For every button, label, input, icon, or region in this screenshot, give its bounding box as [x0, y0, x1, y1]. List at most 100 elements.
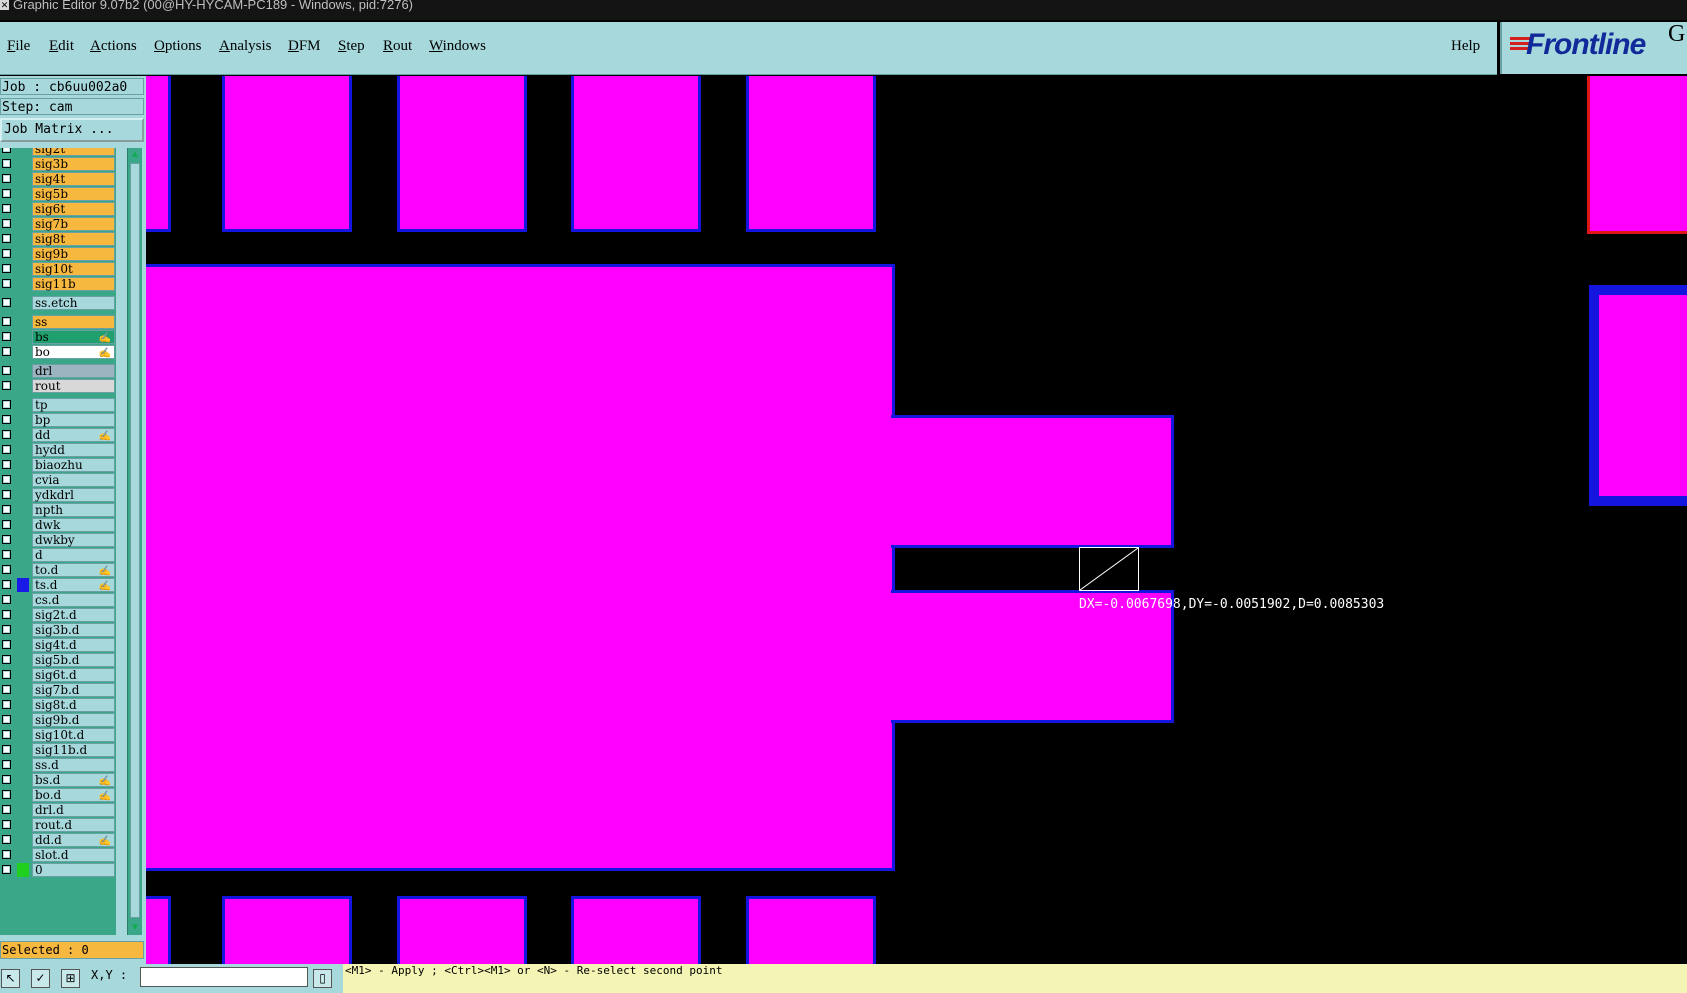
layer-row[interactable]: npth — [0, 503, 116, 518]
layer-checkbox[interactable] — [2, 204, 11, 213]
layer-checkbox[interactable] — [2, 595, 11, 604]
layer-checkbox[interactable] — [2, 745, 11, 754]
layer-checkbox[interactable] — [2, 610, 11, 619]
layer-name[interactable]: sig6t — [32, 202, 115, 216]
graphic-canvas[interactable] — [146, 76, 1687, 975]
layer-checkbox[interactable] — [2, 445, 11, 454]
layer-row[interactable]: sig3b — [0, 157, 116, 172]
layer-checkbox[interactable] — [2, 366, 11, 375]
layer-name[interactable]: dwkby — [32, 533, 115, 547]
layer-name[interactable]: dd ✍ — [32, 428, 115, 442]
menu-actions[interactable]: Actions — [90, 38, 137, 55]
layer-checkbox[interactable] — [2, 685, 11, 694]
layer-name[interactable]: ts.d ✍ — [32, 578, 115, 592]
layer-row[interactable]: 0 — [0, 863, 116, 878]
layer-row[interactable]: sig2t.d — [0, 608, 116, 623]
layer-name[interactable]: ss.etch — [32, 296, 115, 310]
layer-row[interactable]: bp — [0, 413, 116, 428]
layer-row[interactable]: sig2t — [0, 148, 116, 157]
layer-name[interactable]: npth — [32, 503, 115, 517]
scroll-up-icon[interactable]: ▲ — [129, 148, 141, 162]
layer-row[interactable]: bo ✍ — [0, 345, 116, 360]
layer-checkbox[interactable] — [2, 159, 11, 168]
layer-row[interactable]: ss — [0, 315, 116, 330]
layer-name[interactable]: sig9b — [32, 247, 115, 261]
layer-name[interactable]: sig5b — [32, 187, 115, 201]
layer-name[interactable]: dd.d ✍ — [32, 833, 115, 847]
layer-name[interactable]: sig7b.d — [32, 683, 115, 697]
layer-row[interactable]: sig6t — [0, 202, 116, 217]
layer-name[interactable]: bs.d ✍ — [32, 773, 115, 787]
menu-windows[interactable]: Windows — [429, 38, 486, 55]
layer-row[interactable]: sig6t.d — [0, 668, 116, 683]
layer-name[interactable]: sig7b — [32, 217, 115, 231]
layer-row[interactable]: sig8t.d — [0, 698, 116, 713]
layer-checkbox[interactable] — [2, 317, 11, 326]
layer-row[interactable]: sig9b.d — [0, 713, 116, 728]
layer-checkbox[interactable] — [2, 700, 11, 709]
layer-checkbox[interactable] — [2, 805, 11, 814]
layer-row[interactable]: cvia — [0, 473, 116, 488]
layer-name[interactable]: bo ✍ — [32, 345, 115, 359]
layer-checkbox[interactable] — [2, 148, 11, 153]
menu-dfm[interactable]: DFM — [288, 38, 321, 55]
scroll-thumb[interactable] — [130, 163, 140, 918]
layer-row[interactable]: dd ✍ — [0, 428, 116, 443]
layer-name[interactable]: cs.d — [32, 593, 115, 607]
layer-checkbox[interactable] — [2, 332, 11, 341]
layer-name[interactable]: bo.d ✍ — [32, 788, 115, 802]
layer-row[interactable]: bs ✍ — [0, 330, 116, 345]
menu-step[interactable]: Step — [338, 38, 365, 55]
panel-toggle-icon[interactable]: ▯ — [313, 969, 332, 988]
layer-scrollbar[interactable]: ▲ ▼ — [127, 148, 142, 935]
layer-checkbox[interactable] — [2, 264, 11, 273]
layer-checkbox[interactable] — [2, 655, 11, 664]
layer-name[interactable]: bp — [32, 413, 115, 427]
layer-checkbox[interactable] — [2, 670, 11, 679]
layer-name[interactable]: ss — [32, 315, 115, 329]
layer-name[interactable]: sig10t — [32, 262, 115, 276]
layer-row[interactable]: ss.etch — [0, 296, 116, 311]
layer-checkbox[interactable] — [2, 415, 11, 424]
menu-edit[interactable]: Edit — [49, 38, 74, 55]
layer-checkbox[interactable] — [2, 580, 11, 589]
layer-row[interactable]: tp — [0, 398, 116, 413]
select-arrow-icon[interactable]: ↖ — [1, 969, 20, 988]
layer-row[interactable]: drl.d — [0, 803, 116, 818]
layer-name[interactable]: sig10t.d — [32, 728, 115, 742]
layer-name[interactable]: sig11b — [32, 277, 115, 291]
layer-row[interactable]: dwkby — [0, 533, 116, 548]
layer-name[interactable]: slot.d — [32, 848, 115, 862]
layer-checkbox[interactable] — [2, 279, 11, 288]
layer-row[interactable]: bs.d ✍ — [0, 773, 116, 788]
menu-analysis[interactable]: Analysis — [219, 38, 272, 55]
layer-name[interactable]: sig9b.d — [32, 713, 115, 727]
layer-row[interactable]: dwk — [0, 518, 116, 533]
layer-checkbox[interactable] — [2, 174, 11, 183]
layer-row[interactable]: sig8t — [0, 232, 116, 247]
layer-checkbox[interactable] — [2, 715, 11, 724]
layer-name[interactable]: drl.d — [32, 803, 115, 817]
layer-name[interactable]: 0 — [32, 863, 115, 877]
layer-checkbox[interactable] — [2, 249, 11, 258]
layer-row[interactable]: to.d ✍ — [0, 563, 116, 578]
layer-name[interactable]: sig4t — [32, 172, 115, 186]
layer-name[interactable]: sig8t.d — [32, 698, 115, 712]
layer-checkbox[interactable] — [2, 219, 11, 228]
snap-icon[interactable]: ⊞ — [61, 969, 80, 988]
layer-row[interactable]: sig10t.d — [0, 728, 116, 743]
layer-row[interactable]: rout — [0, 379, 116, 394]
menu-rout[interactable]: Rout — [383, 38, 412, 55]
layer-checkbox[interactable] — [2, 535, 11, 544]
layer-checkbox[interactable] — [2, 347, 11, 356]
layer-row[interactable]: sig4t — [0, 172, 116, 187]
layer-row[interactable]: ss.d — [0, 758, 116, 773]
layer-checkbox[interactable] — [2, 850, 11, 859]
layer-row[interactable]: cs.d — [0, 593, 116, 608]
xy-input[interactable] — [140, 967, 308, 987]
layer-row[interactable]: sig11b.d — [0, 743, 116, 758]
layer-row[interactable]: bo.d ✍ — [0, 788, 116, 803]
layer-checkbox[interactable] — [2, 298, 11, 307]
layer-row[interactable]: sig3b.d — [0, 623, 116, 638]
layer-row[interactable]: ydkdrl — [0, 488, 116, 503]
